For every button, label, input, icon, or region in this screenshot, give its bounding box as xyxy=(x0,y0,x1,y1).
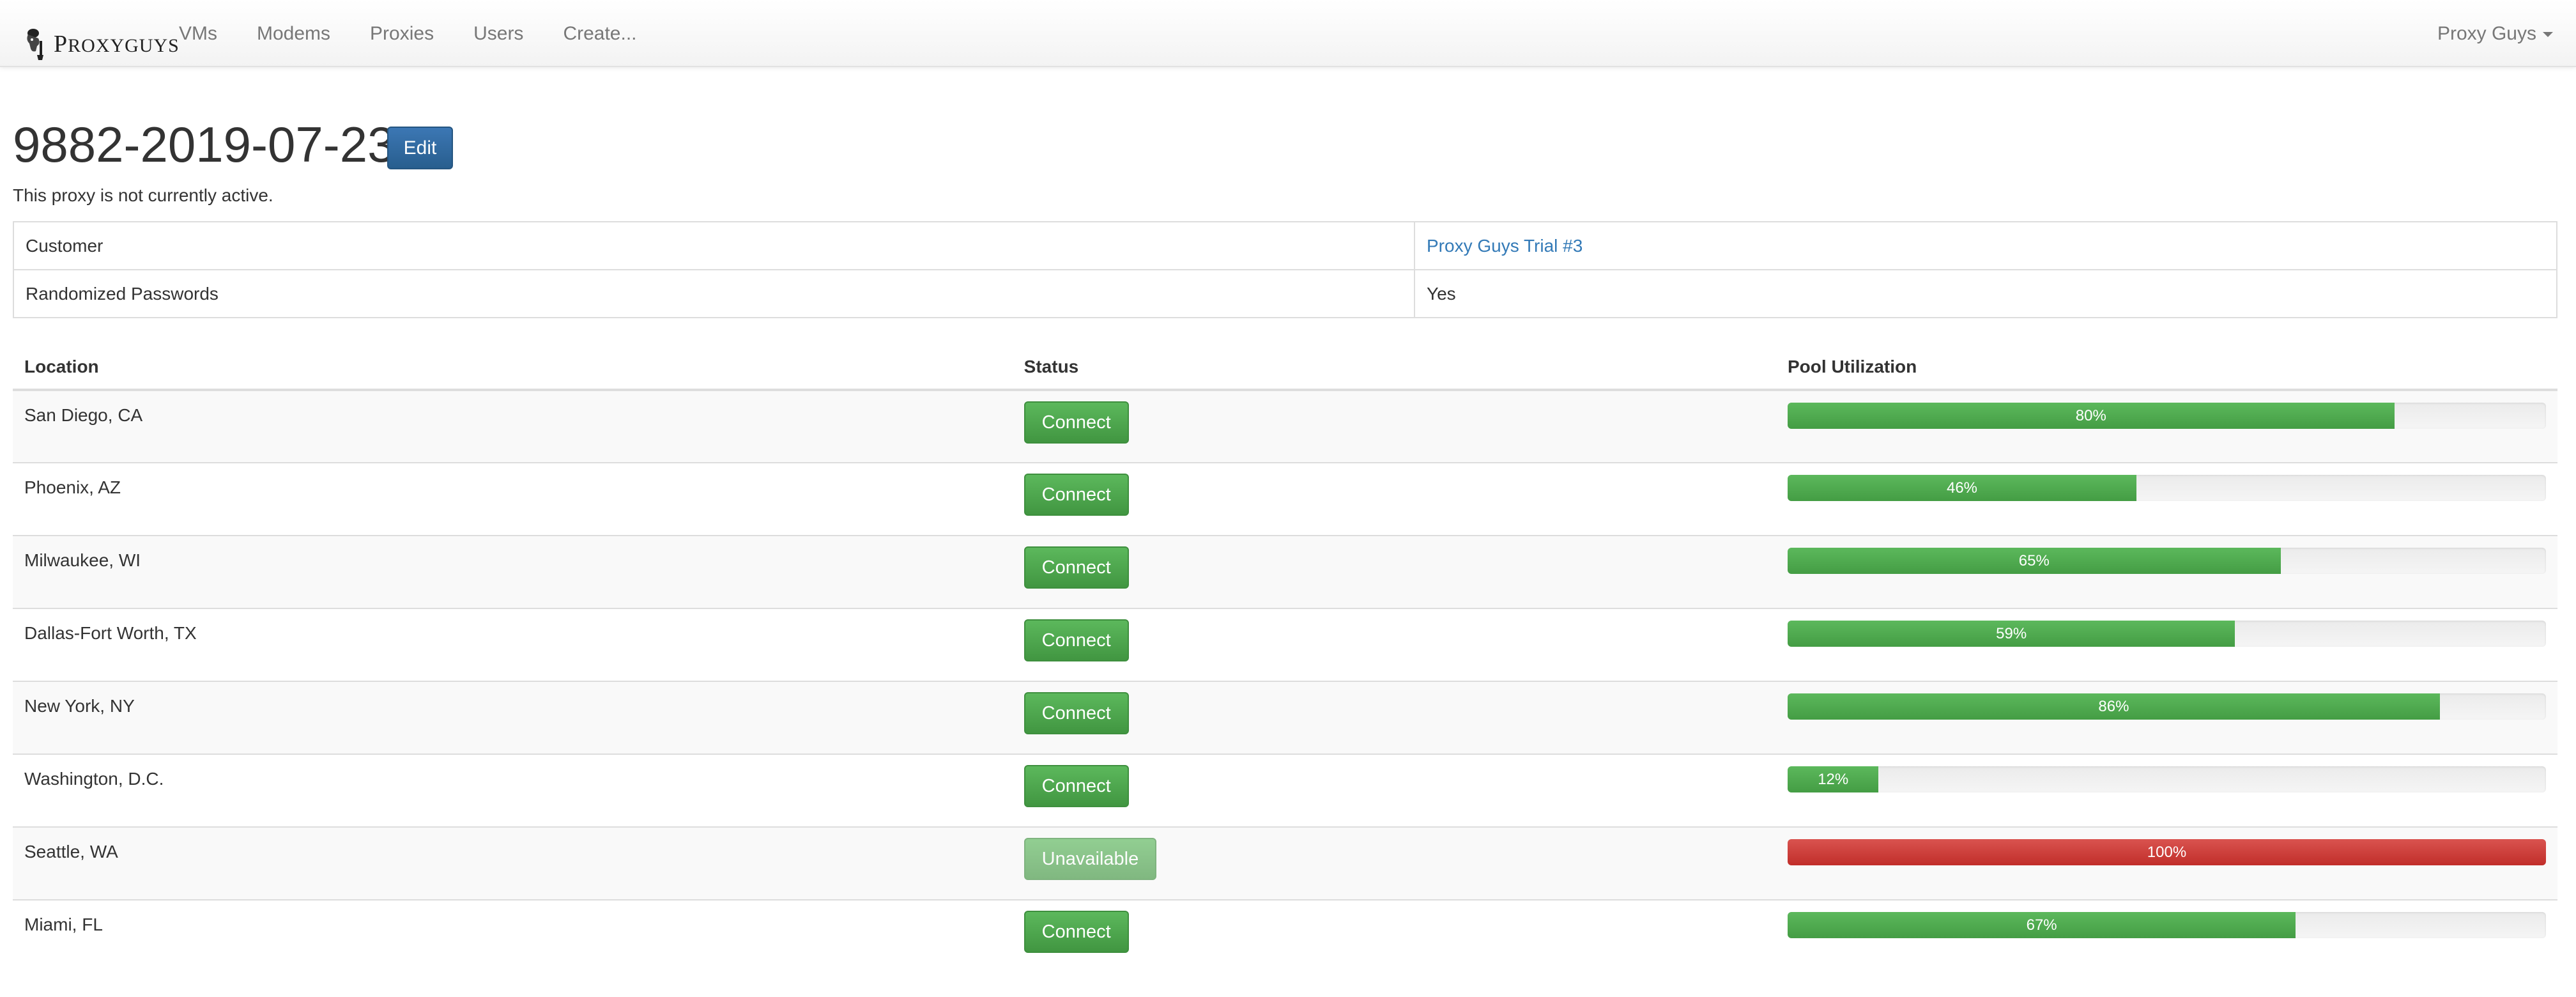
location-cell: Miami, FL xyxy=(13,899,1013,973)
connect-button[interactable]: Connect xyxy=(1023,911,1129,953)
connect-button[interactable]: Connect xyxy=(1023,765,1129,807)
pool-utilization-bar: 59% xyxy=(1788,621,2235,647)
location-name: Dallas-Fort Worth, TX xyxy=(24,623,197,643)
status-cell: Connect xyxy=(1012,389,1776,463)
customer-value-cell: Proxy Guys Trial #3 xyxy=(1414,221,2557,270)
caret-down-icon xyxy=(2543,32,2553,38)
proxy-status-text: This proxy is not currently active. xyxy=(13,185,273,205)
pool-utilization-bar: 67% xyxy=(1788,912,2296,938)
pool-utilization-cell: 67% xyxy=(1776,899,2557,973)
customer-link[interactable]: Proxy Guys Trial #3 xyxy=(1427,236,1583,256)
location-row: Washington, D.C. Connect 12% xyxy=(13,754,2557,827)
pool-utilization-bar: 46% xyxy=(1788,475,2137,501)
nav-link-users[interactable]: Users xyxy=(454,0,543,67)
connect-button[interactable]: Connect xyxy=(1023,401,1129,444)
pool-utilization-progress: 46% xyxy=(1788,475,2546,501)
status-cell: Connect xyxy=(1012,608,1776,681)
connect-button[interactable]: Connect xyxy=(1023,474,1129,516)
nav-link-vms[interactable]: VMs xyxy=(160,0,237,67)
location-row: New York, NY Connect 86% xyxy=(13,681,2557,754)
pool-utilization-progress: 59% xyxy=(1788,621,2546,647)
page-title: 9882-2019-07-23 xyxy=(13,116,395,173)
location-cell: Phoenix, AZ xyxy=(13,462,1013,536)
pool-utilization-cell: 100% xyxy=(1776,826,2557,900)
locations-body: San Diego, CA Connect 80% Phoenix, AZ Connec… xyxy=(13,389,2557,973)
pool-utilization-progress: 86% xyxy=(1788,693,2546,720)
nav-link-create[interactable]: Create... xyxy=(543,0,656,67)
location-cell: Washington, D.C. xyxy=(13,754,1013,827)
brand-logo-link[interactable]: PROXYGUYS xyxy=(24,24,180,60)
status-cell: Connect xyxy=(1012,754,1776,827)
status-cell: Connect xyxy=(1012,681,1776,754)
pool-utilization-bar: 86% xyxy=(1788,693,2440,720)
connect-button[interactable]: Connect xyxy=(1023,692,1129,734)
nav-link-proxies[interactable]: Proxies xyxy=(350,0,454,67)
column-header-status: Status xyxy=(1012,341,1776,391)
customer-label: Customer xyxy=(13,221,1415,270)
pool-utilization-cell: 65% xyxy=(1776,535,2557,608)
nav-link-modems[interactable]: Modems xyxy=(237,0,350,67)
connect-button[interactable]: Connect xyxy=(1023,619,1129,661)
connect-button[interactable]: Connect xyxy=(1023,546,1129,589)
proxyguys-logo-icon xyxy=(27,29,43,60)
pool-utilization-cell: 80% xyxy=(1776,389,2557,463)
pool-utilization-cell: 12% xyxy=(1776,754,2557,827)
status-cell: Connect xyxy=(1012,899,1776,973)
pool-utilization-bar: 65% xyxy=(1788,548,2281,574)
pool-utilization-progress: 65% xyxy=(1788,548,2546,574)
edit-button[interactable]: Edit xyxy=(387,127,453,169)
user-menu-label: Proxy Guys xyxy=(2437,23,2536,44)
proxy-info-table: Customer Proxy Guys Trial #3 Randomized … xyxy=(13,221,2557,318)
pool-utilization-progress: 67% xyxy=(1788,912,2546,938)
pool-utilization-cell: 86% xyxy=(1776,681,2557,754)
location-cell: Milwaukee, WI xyxy=(13,535,1013,608)
column-header-location: Location xyxy=(13,341,1013,391)
location-row: Dallas-Fort Worth, TX Connect 59% xyxy=(13,608,2557,681)
location-name: Miami, FL xyxy=(24,915,103,934)
pool-utilization-cell: 46% xyxy=(1776,462,2557,536)
location-row: Milwaukee, WI Connect 65% xyxy=(13,535,2557,608)
location-row: San Diego, CA Connect 80% xyxy=(13,389,2557,463)
status-cell: Connect xyxy=(1012,462,1776,536)
locations-header-row: Location Status Pool Utilization xyxy=(13,341,2557,391)
location-row: Phoenix, AZ Connect 46% xyxy=(13,462,2557,536)
location-row: Miami, FL Connect 67% xyxy=(13,899,2557,973)
location-name: San Diego, CA xyxy=(24,405,143,425)
location-name: New York, NY xyxy=(24,696,135,716)
pool-utilization-progress: 12% xyxy=(1788,766,2546,792)
pool-utilization-cell: 59% xyxy=(1776,608,2557,681)
pool-utilization-bar: 80% xyxy=(1788,403,2395,429)
location-cell: Dallas-Fort Worth, TX xyxy=(13,608,1013,681)
randomized-passwords-label: Randomized Passwords xyxy=(13,269,1415,318)
locations-table: Location Status Pool Utilization San Die… xyxy=(13,341,2557,973)
status-cell: Unavailable xyxy=(1012,826,1776,900)
status-cell: Connect xyxy=(1012,535,1776,608)
pool-utilization-progress: 100% xyxy=(1788,839,2546,865)
info-row-customer: Customer Proxy Guys Trial #3 xyxy=(13,221,2557,270)
location-cell: New York, NY xyxy=(13,681,1013,754)
navbar: PROXYGUYS VMs Modems Proxies Users Creat… xyxy=(0,0,2576,67)
pool-utilization-progress: 80% xyxy=(1788,403,2546,429)
unavailable-button: Unavailable xyxy=(1023,838,1157,880)
location-row: Seattle, WA Unavailable 100% xyxy=(13,826,2557,900)
location-cell: Seattle, WA xyxy=(13,826,1013,900)
nav-links: VMs Modems Proxies Users Create... xyxy=(160,0,657,67)
location-name: Washington, D.C. xyxy=(24,769,164,789)
location-cell: San Diego, CA xyxy=(13,389,1013,463)
pool-utilization-bar: 100% xyxy=(1788,839,2546,865)
pool-utilization-bar: 12% xyxy=(1788,766,1879,792)
info-row-randomized-passwords: Randomized Passwords Yes xyxy=(13,269,2557,318)
location-name: Seattle, WA xyxy=(24,842,118,862)
randomized-passwords-value: Yes xyxy=(1414,269,2557,318)
location-name: Milwaukee, WI xyxy=(24,550,141,570)
user-menu-dropdown[interactable]: Proxy Guys xyxy=(2437,0,2553,67)
location-name: Phoenix, AZ xyxy=(24,477,121,497)
column-header-pool-utilization: Pool Utilization xyxy=(1776,341,2557,391)
